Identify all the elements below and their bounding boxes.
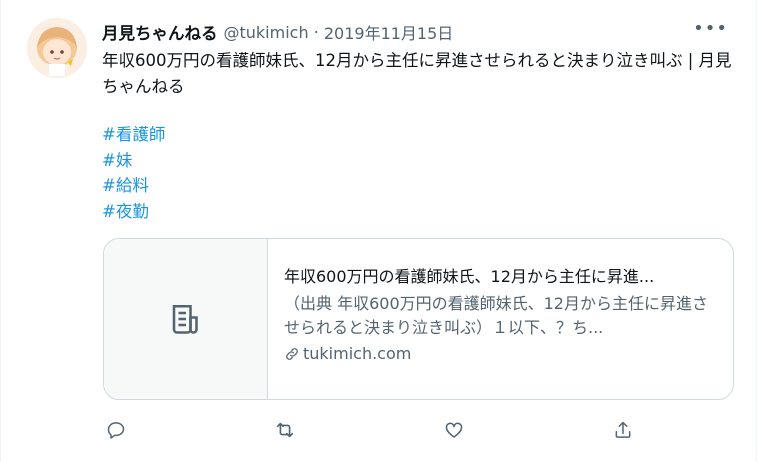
author-handle[interactable]: @tukimich (224, 23, 309, 42)
avatar[interactable] (27, 18, 87, 78)
tweet[interactable]: 月見ちゃんねる @tukimich · 2019年11月15日 ••• 年収60… (0, 0, 757, 462)
reply-button[interactable] (102, 416, 130, 444)
retweet-button[interactable] (271, 416, 299, 444)
article-icon (172, 304, 198, 334)
separator-dot: · (313, 22, 319, 42)
hashtag-night-shift[interactable]: #夜勤 (102, 199, 165, 225)
more-options-icon[interactable]: ••• (693, 18, 728, 39)
avatar-illustration (27, 18, 87, 78)
card-info: 年収600万円の看護師妹氏、12月から主任に昇進... （出典 年収600万円の… (268, 239, 733, 399)
tweet-header: 月見ちゃんねる @tukimich · 2019年11月15日 ••• (102, 18, 736, 44)
hashtag-list: #看護師 #妹 #給料 #夜勤 (102, 122, 165, 224)
reply-icon (107, 422, 125, 439)
like-button[interactable] (440, 416, 468, 444)
tweet-text: 年収600万円の看護師妹氏、12月から主任に昇進させられると決まり泣き叫ぶ | … (102, 51, 732, 96)
card-domain-row: tukimich.com (284, 342, 715, 366)
link-icon (286, 348, 298, 360)
action-bar (102, 416, 642, 444)
retweet-icon (276, 422, 294, 438)
author-name[interactable]: 月見ちゃんねる (102, 20, 218, 44)
share-icon (615, 421, 631, 438)
card-title: 年収600万円の看護師妹氏、12月から主任に昇進... (284, 267, 655, 286)
like-icon (445, 422, 463, 438)
hashtag-sister[interactable]: #妹 (102, 148, 165, 174)
hashtag-nurse[interactable]: #看護師 (102, 122, 165, 148)
share-button[interactable] (609, 416, 637, 444)
link-card[interactable]: 年収600万円の看護師妹氏、12月から主任に昇進... （出典 年収600万円の… (103, 238, 734, 400)
card-domain: tukimich.com (303, 344, 412, 363)
card-thumbnail (104, 239, 268, 399)
hashtag-salary[interactable]: #給料 (102, 173, 165, 199)
card-description: （出典 年収600万円の看護師妹氏、12月から主任に昇進させられると決まり泣き叫… (284, 294, 708, 337)
tweet-date[interactable]: 2019年11月15日 (324, 20, 453, 44)
